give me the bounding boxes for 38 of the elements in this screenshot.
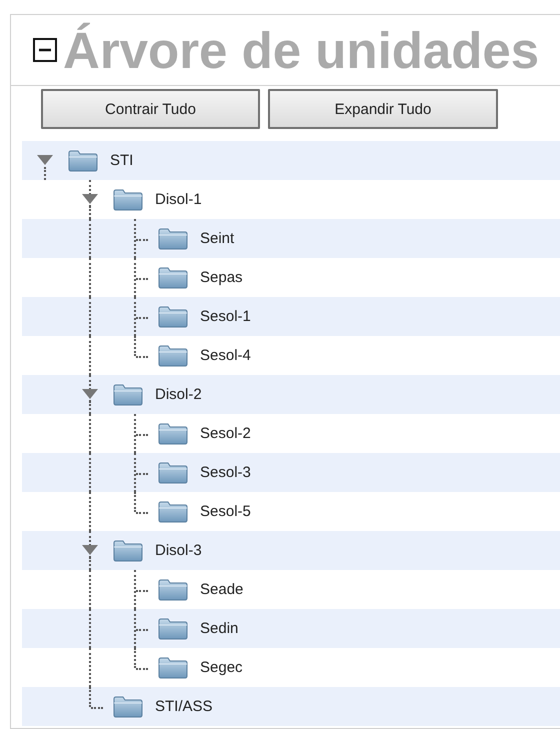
tree-node-label[interactable]: Disol-1 bbox=[155, 191, 202, 208]
folder-icon bbox=[157, 266, 189, 290]
tree-node-label[interactable]: Sesol-1 bbox=[200, 308, 251, 325]
folder-icon bbox=[157, 500, 189, 524]
folder-icon bbox=[157, 304, 189, 328]
tree-node-label[interactable]: STI bbox=[110, 152, 134, 169]
folder-icon bbox=[157, 578, 189, 602]
tree-node-label[interactable]: Sesol-4 bbox=[200, 347, 251, 364]
tree-node-label[interactable]: Segec bbox=[200, 659, 243, 676]
folder-icon bbox=[157, 226, 189, 250]
tree-node-label[interactable]: Sesol-3 bbox=[200, 464, 251, 481]
expand-all-button[interactable]: Expandir Tudo bbox=[268, 89, 498, 129]
folder-icon bbox=[157, 422, 189, 446]
expander-arrow-icon[interactable] bbox=[81, 544, 99, 556]
expander-arrow-icon[interactable] bbox=[36, 154, 54, 166]
panel-title: Árvore de unidades bbox=[63, 24, 540, 76]
expander-arrow-icon[interactable] bbox=[81, 193, 99, 205]
tree-node-label[interactable]: Disol-2 bbox=[155, 386, 202, 403]
folder-icon bbox=[157, 616, 189, 640]
collapse-all-button[interactable]: Contrair Tudo bbox=[41, 89, 260, 129]
tree-node-label[interactable]: STI/ASS bbox=[155, 698, 213, 715]
folder-icon bbox=[67, 148, 99, 172]
folder-icon bbox=[112, 188, 144, 212]
collapse-icon[interactable] bbox=[33, 38, 57, 62]
tree-node-label[interactable]: Sesol-5 bbox=[200, 503, 251, 520]
folder-icon bbox=[112, 382, 144, 406]
expander-arrow-icon[interactable] bbox=[81, 388, 99, 400]
folder-icon bbox=[157, 344, 189, 368]
tree-node-label[interactable]: Disol-3 bbox=[155, 542, 202, 559]
folder-icon bbox=[112, 538, 144, 562]
folder-icon bbox=[157, 656, 189, 680]
tree-node-label[interactable]: Sepas bbox=[200, 269, 243, 286]
tree-node-label[interactable]: Sedin bbox=[200, 620, 238, 637]
tree-node-label[interactable]: Seade bbox=[200, 581, 244, 598]
folder-icon bbox=[112, 694, 144, 718]
folder-icon bbox=[157, 460, 189, 484]
tree-node-label[interactable]: Seint bbox=[200, 230, 234, 247]
tree-node-label[interactable]: Sesol-2 bbox=[200, 425, 251, 442]
